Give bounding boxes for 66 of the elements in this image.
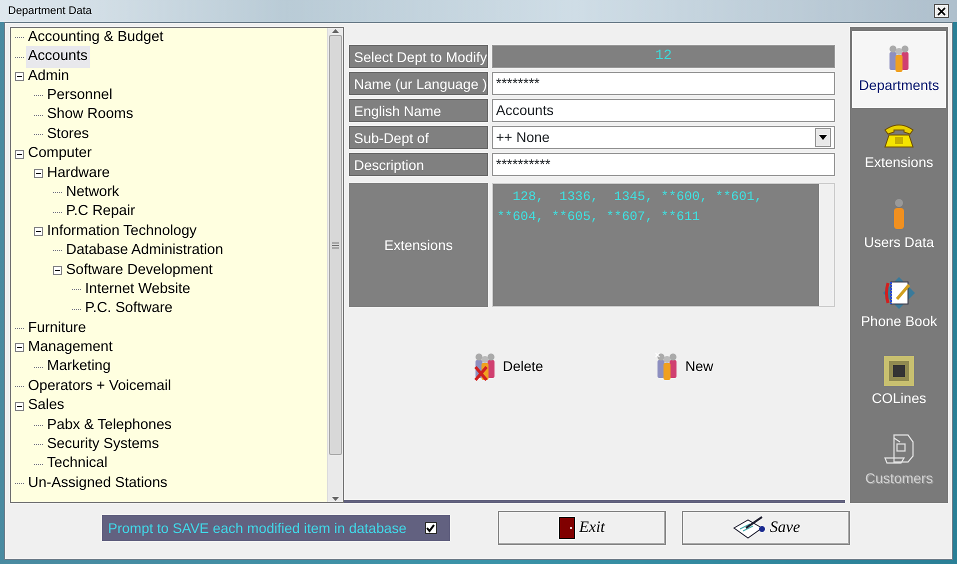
scroll-down-icon[interactable] xyxy=(332,497,339,502)
phone-book-icon xyxy=(883,276,915,309)
dropdown-field[interactable]: ++ None xyxy=(492,126,835,149)
window-title: Department Data xyxy=(8,4,92,19)
department-number: 12 xyxy=(492,45,835,68)
collapse-icon[interactable] xyxy=(34,168,43,178)
save-button[interactable]: Save xyxy=(682,511,850,545)
collapse-icon[interactable] xyxy=(15,343,24,352)
scrollbar[interactable] xyxy=(327,28,343,502)
phone-jack-icon xyxy=(884,356,914,386)
action-button[interactable]: Delete xyxy=(470,351,544,381)
collapse-icon[interactable] xyxy=(15,150,24,159)
tree-item[interactable]: Show Rooms xyxy=(45,104,136,126)
collapse-icon[interactable] xyxy=(15,72,24,81)
field-label: Extensions xyxy=(349,183,488,307)
door-icon xyxy=(559,517,576,539)
nav-item[interactable]: Phone Book xyxy=(852,266,946,343)
tree-item[interactable]: Pabx & Telephones xyxy=(45,414,174,436)
tree-item[interactable]: Un-Assigned Stations xyxy=(26,472,170,495)
tree-item[interactable]: Management xyxy=(26,337,115,359)
tree-item[interactable]: Accounting & Budget xyxy=(26,28,166,49)
tree-item[interactable]: Stores xyxy=(45,124,91,146)
action-button[interactable]: New xyxy=(653,351,714,381)
nav-item[interactable]: Departments xyxy=(852,31,946,108)
field-label: English Name xyxy=(349,99,488,122)
input-field[interactable]: ******** xyxy=(492,72,835,95)
exit-button[interactable]: Exit xyxy=(498,511,666,545)
tree-item[interactable]: P.C. Software xyxy=(83,298,175,320)
input-field[interactable]: ********** xyxy=(492,153,835,176)
tree-item[interactable]: Accounts xyxy=(26,46,90,68)
checkbox[interactable] xyxy=(424,522,437,534)
tree-item[interactable]: Admin xyxy=(26,66,72,88)
collapse-icon[interactable] xyxy=(34,227,43,236)
nav-item[interactable]: Users Data xyxy=(852,187,946,265)
field-label: Name (ur Language ) xyxy=(349,72,488,95)
tree-item[interactable]: Marketing xyxy=(45,356,113,378)
tree-item[interactable]: Hardware xyxy=(45,162,112,184)
tree-item[interactable]: Operators + Voicemail xyxy=(26,376,174,398)
tree-item[interactable]: Database Administration xyxy=(64,240,226,262)
field-label: Sub-Dept of xyxy=(349,126,488,149)
tree-item[interactable]: Software Development xyxy=(64,260,215,282)
tree-item[interactable]: P.C Repair xyxy=(64,201,138,224)
collapse-icon[interactable] xyxy=(53,266,62,275)
tree-item[interactable]: Internet Website xyxy=(83,278,192,301)
tree-item[interactable]: Network xyxy=(64,182,122,204)
tree-item[interactable]: Information Technology xyxy=(45,220,199,242)
field-label: Description xyxy=(349,153,488,176)
scroll-up-icon[interactable] xyxy=(332,28,339,33)
tree-item[interactable]: Computer xyxy=(26,143,94,165)
tree-item[interactable]: Security Systems xyxy=(45,434,161,456)
person-icon xyxy=(891,198,907,230)
tree-item[interactable]: Technical xyxy=(45,453,110,476)
input-field[interactable]: Accounts xyxy=(492,99,835,122)
nav-item[interactable]: Extensions xyxy=(852,109,946,186)
telephone-icon xyxy=(882,122,916,150)
notepad-pen-icon xyxy=(732,516,766,540)
collapse-icon[interactable] xyxy=(15,402,24,411)
dropdown-arrow-icon[interactable] xyxy=(819,135,827,140)
customer-desk-icon xyxy=(882,432,916,466)
tree-item[interactable]: Furniture xyxy=(26,318,88,340)
close-icon[interactable] xyxy=(934,4,949,18)
field-label: Select Dept to Modify xyxy=(349,45,488,68)
tree-item[interactable]: Sales xyxy=(26,395,66,417)
nav-item[interactable]: COLines xyxy=(852,344,946,421)
grip-icon xyxy=(332,242,339,248)
tree-item[interactable]: Personnel xyxy=(45,85,114,107)
